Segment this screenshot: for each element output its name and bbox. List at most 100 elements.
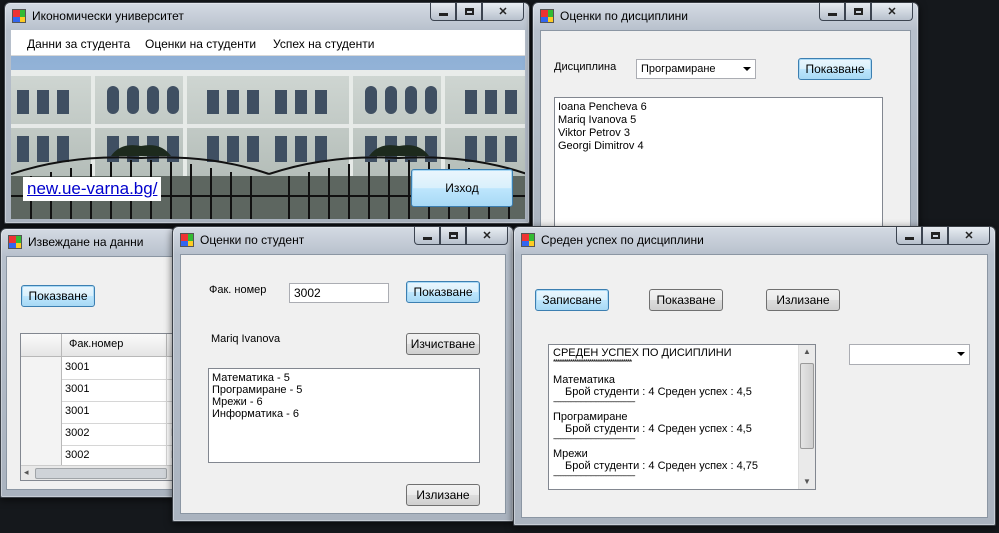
list-item[interactable]: Viktor Petrov 3 (558, 127, 879, 140)
cell-fac-number[interactable]: 3001 (65, 383, 89, 395)
report-entry-name: Програмиране (553, 410, 628, 423)
report-entry-stats: Брой студенти : 4 Среден успех : 4,5 (565, 386, 752, 398)
cell-fac-number[interactable]: 3002 (65, 427, 89, 439)
show-button[interactable]: Показване (21, 285, 95, 307)
list-item[interactable]: Информатика - 6 (212, 408, 476, 420)
close-button[interactable]: ✕ (466, 227, 508, 245)
app-icon (180, 233, 194, 247)
close-icon: ✕ (964, 230, 974, 242)
horizontal-scroll-thumb[interactable] (35, 468, 167, 479)
fac-number-label: Фак. номер (209, 284, 267, 296)
scroll-down-icon[interactable]: ▼ (803, 476, 811, 489)
maximize-icon (448, 232, 458, 239)
maximize-button[interactable] (440, 227, 466, 245)
menu-item-student-grades[interactable]: Оценки на студенти (145, 37, 256, 51)
grades-by-discipline-window: Оценки по дисциплини ✕ Дисциплина Програ… (532, 2, 919, 238)
minimize-icon (438, 13, 448, 16)
save-button[interactable]: Записване (535, 289, 609, 311)
table-row[interactable]: 3001Io (21, 379, 179, 402)
show-button[interactable]: Показване (649, 289, 723, 311)
main-window-title: Икономически университет (32, 9, 184, 23)
report-entry-stats: Брой студенти : 4 Среден успех : 4,5 (565, 423, 752, 435)
average-by-discipline-title: Среден успех по дисциплини (541, 233, 704, 247)
website-link[interactable]: new.ue-varna.bg/ (27, 179, 157, 198)
table-row[interactable]: 3001Io (21, 401, 179, 424)
minimize-button[interactable] (896, 227, 922, 245)
maximize-button[interactable] (845, 3, 871, 21)
maximize-button[interactable] (456, 3, 482, 21)
menu-bar: Данни за студента Оценки на студенти Усп… (11, 30, 525, 56)
data-output-titlebar[interactable]: Извеждане на данни (1, 229, 175, 255)
app-icon (12, 9, 26, 23)
row-header[interactable] (21, 445, 62, 467)
row-header[interactable] (21, 401, 62, 423)
close-button[interactable]: ✕ (871, 3, 913, 21)
table-row[interactable]: 3002M (21, 423, 179, 446)
clear-button[interactable]: Изчистване (406, 333, 480, 355)
maximize-icon (464, 8, 474, 15)
vertical-scroll-thumb[interactable] (800, 363, 814, 449)
show-button[interactable]: Показване (406, 281, 480, 303)
row-header[interactable] (21, 423, 62, 445)
list-item[interactable]: Мрежи - 6 (212, 396, 476, 408)
report-entry-name: Математика (553, 373, 615, 386)
cell-fac-number[interactable]: 3002 (65, 449, 89, 461)
website-link-box[interactable]: new.ue-varna.bg/ (23, 177, 162, 201)
main-window-titlebar[interactable]: Икономически университет ✕ (5, 3, 529, 29)
student-grades-titlebar[interactable]: Оценки по студент ✕ (173, 227, 513, 253)
data-output-client: Показване Фак.номер 3001Io3001Io3001Io30… (6, 256, 180, 490)
exit-button[interactable]: Изход (411, 169, 513, 207)
list-item[interactable]: Mariq Ivanova 5 (558, 114, 879, 127)
discipline-select[interactable]: Програмиране (636, 59, 756, 79)
report-listbox[interactable]: СРЕДЕН УСПЕХ ПО ДИСИПЛИНИ **************… (548, 344, 816, 490)
exit-button[interactable]: Излизане (406, 484, 480, 506)
menu-item-student-data[interactable]: Данни за студента (27, 37, 130, 51)
minimize-button[interactable] (430, 3, 456, 21)
column-header-cut[interactable] (166, 334, 167, 356)
vertical-scrollbar[interactable]: ▲ ▼ (798, 345, 815, 489)
horizontal-scrollbar[interactable]: ◂ (21, 465, 179, 480)
student-name: Mariq Ivanova (211, 333, 281, 345)
cell-fac-number[interactable]: 3001 (65, 405, 89, 417)
row-header[interactable] (21, 357, 62, 379)
show-button[interactable]: Показване (798, 58, 872, 80)
maximize-icon (853, 8, 863, 15)
column-header-fac-number[interactable]: Фак.номер (69, 338, 123, 350)
student-grades-client: Фак. номер 3002 Показване Mariq Ivanova … (180, 254, 506, 514)
minimize-icon (827, 13, 837, 16)
chevron-down-icon (743, 67, 751, 71)
fac-number-input[interactable]: 3002 (289, 283, 389, 303)
close-button[interactable]: ✕ (948, 227, 990, 245)
list-item[interactable]: Програмиране - 5 (212, 384, 476, 396)
list-item[interactable]: Ioana Pencheva 6 (558, 101, 879, 114)
minimize-button[interactable] (414, 227, 440, 245)
grades-by-discipline-titlebar[interactable]: Оценки по дисциплини ✕ (533, 3, 918, 29)
scroll-left-icon[interactable]: ◂ (24, 467, 29, 478)
discipline-combo[interactable] (849, 344, 970, 365)
scroll-up-icon[interactable]: ▲ (803, 346, 811, 359)
average-by-discipline-titlebar[interactable]: Среден успех по дисциплини ✕ (514, 227, 995, 253)
grades-by-discipline-client: Дисциплина Програмиране Показване Ioana … (540, 30, 911, 237)
cell-divider (166, 357, 167, 379)
main-window: Икономически университет ✕ Данни за студ… (4, 2, 530, 224)
grades-by-discipline-title: Оценки по дисциплини (560, 9, 688, 23)
exit-button[interactable]: Излизане (766, 289, 840, 311)
grid-header-row: Фак.номер (21, 334, 179, 357)
close-button[interactable]: ✕ (482, 3, 524, 21)
cell-fac-number[interactable]: 3001 (65, 361, 89, 373)
grades-listbox[interactable]: Ioana Pencheva 6 Mariq Ivanova 5 Viktor … (554, 97, 883, 237)
close-icon: ✕ (482, 230, 492, 242)
minimize-button[interactable] (819, 3, 845, 21)
menu-item-student-success[interactable]: Успех на студенти (273, 37, 374, 51)
cell-divider (166, 445, 167, 467)
row-header[interactable] (21, 379, 62, 401)
data-grid[interactable]: Фак.номер 3001Io3001Io3001Io3002M3002M ◂ (20, 333, 180, 481)
maximize-button[interactable] (922, 227, 948, 245)
student-grades-listbox[interactable]: Математика - 5 Програмиране - 5 Мрежи - … (208, 368, 480, 463)
app-icon (8, 235, 22, 249)
list-item[interactable]: Georgi Dimitrov 4 (558, 140, 879, 153)
minimize-icon (422, 237, 432, 240)
cell-divider (166, 401, 167, 423)
table-row[interactable]: 3001Io (21, 357, 179, 380)
list-item[interactable]: Математика - 5 (212, 372, 476, 384)
